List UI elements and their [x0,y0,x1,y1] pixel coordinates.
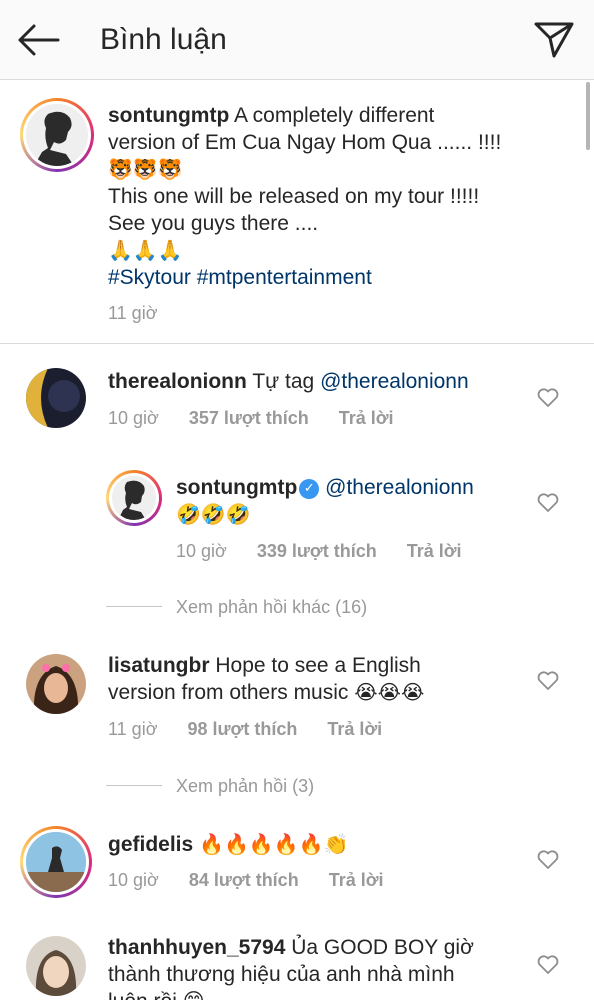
heart-icon[interactable] [537,955,559,975]
avatar[interactable] [106,470,162,526]
comment-meta: 11 giờ 98 lượt thích Trả lời [108,718,412,740]
timestamp: 11 giờ [108,719,158,739]
comment-mention[interactable]: @therealonionn [320,370,469,393]
caption-time: 11 giờ [108,302,188,324]
caption-username[interactable]: sontungmtp [108,104,229,127]
caption-text: See you guys there .... [108,212,319,235]
comment-meta: 10 giờ 357 lượt thích Trả lời [108,407,424,429]
timestamp: 11 giờ [108,303,158,323]
caption-hashtags[interactable]: #Skytour #mtpentertainment [108,264,548,291]
send-icon[interactable] [532,18,576,60]
avatar[interactable] [26,654,86,714]
post-caption: sontungmtp A completely different versio… [0,80,594,344]
timestamp: 10 giờ [108,870,159,890]
comment-meta: 10 giờ 339 lượt thích Trả lời [176,540,492,562]
laugh-emojis: 🤣🤣🤣 [176,502,251,526]
view-more-replies[interactable]: Xem phản hồi khác (16) [176,596,367,618]
avatar[interactable] [26,936,86,996]
comment-text: luôn rồi 😊 [108,988,538,1000]
comment-text: Ủa GOOD BOY giờ [291,936,474,959]
reply-button[interactable]: Trả lời [327,719,382,739]
divider [106,606,162,607]
divider [106,785,162,786]
comment: gefidelis 🔥🔥🔥🔥🔥👏 [108,831,538,858]
back-arrow-icon[interactable] [14,20,62,60]
heart-icon[interactable] [537,671,559,691]
reply-button[interactable]: Trả lời [407,541,462,561]
comment-text: thành thương hiệu của anh nhà mình [108,963,455,986]
view-more-replies[interactable]: Xem phản hồi (3) [176,775,314,797]
comment-username[interactable]: thanhhuyen_5794 [108,936,285,959]
avatar[interactable] [20,98,94,172]
comment-text: Tự tag [252,370,315,393]
caption-text: This one will be released on my tour !!!… [108,185,480,208]
fire-emojis: 🔥🔥🔥🔥🔥👏 [199,832,349,856]
likes-count[interactable]: 98 lượt thích [188,719,298,739]
verified-badge-icon: ✓ [299,479,320,499]
tiger-emojis: 🐯🐯🐯 [108,157,183,181]
pray-emojis: 🙏🙏🙏 [108,238,183,262]
heart-icon[interactable] [537,388,559,408]
likes-count[interactable]: 357 lượt thích [189,408,309,428]
comment: thanhhuyen_5794 Ủa GOOD BOY giờ thành th… [108,934,538,1000]
heart-icon[interactable] [537,850,559,870]
reply-button[interactable]: Trả lời [339,408,394,428]
crying-emojis: 😭😭😭 [354,680,425,704]
comment: therealonionn Tự tag @therealonionn [108,368,538,395]
comment-username[interactable]: therealonionn [108,370,247,393]
page-title: Bình luận [100,23,227,56]
comment-text: Hope to see a English [215,654,421,677]
heart-icon[interactable] [537,493,559,513]
comment: lisatungbr Hope to see a English version… [108,652,538,706]
reply-comment: sontungmtp ✓ @therealonionn 🤣🤣🤣 [176,474,546,528]
avatar[interactable] [26,368,86,428]
avatar[interactable] [20,826,92,898]
comment-username[interactable]: sontungmtp [176,476,297,499]
comment-text: version from others music [108,681,349,704]
comment-meta: 10 giờ 84 lượt thích Trả lời [108,869,414,891]
caption-text: version of Em Cua Ngay Hom Qua ...... !!… [108,131,502,154]
likes-count[interactable]: 339 lượt thích [257,541,377,561]
comment-username[interactable]: lisatungbr [108,654,210,677]
comment-username[interactable]: gefidelis [108,833,193,856]
header-bar: Bình luận [0,0,594,80]
scrollbar[interactable] [586,82,590,150]
reply-button[interactable]: Trả lời [329,870,384,890]
comment-mention[interactable]: @therealonionn [325,476,474,499]
likes-count[interactable]: 84 lượt thích [189,870,299,890]
caption-text: A completely different [234,104,435,127]
timestamp: 10 giờ [176,541,227,561]
timestamp: 10 giờ [108,408,159,428]
